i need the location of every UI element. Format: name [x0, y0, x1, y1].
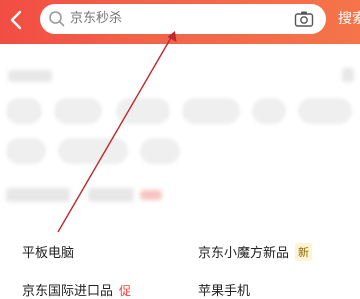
list-item[interactable]: 京东小魔方新品新 [198, 242, 313, 261]
history-chip[interactable] [58, 138, 128, 164]
history-chip[interactable] [116, 98, 170, 124]
blurred-tab[interactable] [6, 188, 70, 202]
history-chip[interactable] [140, 138, 180, 164]
history-chip[interactable] [6, 138, 46, 164]
blurred-history-section [0, 44, 360, 234]
search-icon [49, 11, 65, 27]
camera-icon[interactable] [294, 10, 314, 28]
list-item-label: 苹果手机 [198, 284, 251, 299]
search-box[interactable] [40, 4, 326, 34]
history-chip[interactable] [298, 98, 352, 124]
blurred-hot-badge [140, 190, 162, 200]
list-item-label: 京东小魔方新品 [198, 246, 290, 261]
promo-badge: 促 [119, 284, 132, 298]
blurred-heading [8, 70, 52, 82]
history-chip[interactable] [54, 98, 102, 124]
history-chip[interactable] [6, 98, 42, 124]
history-chip[interactable] [252, 98, 286, 124]
search-button[interactable]: 搜索 [338, 8, 360, 28]
top-header: 搜索 [0, 0, 360, 44]
list-item-label: 平板电脑 [22, 246, 75, 261]
blurred-delete-icon [342, 68, 354, 82]
history-chip[interactable] [182, 98, 240, 124]
list-item[interactable]: 平板电脑 [22, 242, 74, 261]
search-input[interactable] [70, 4, 270, 34]
blurred-tab[interactable] [88, 188, 134, 202]
new-badge: 新 [295, 243, 313, 261]
back-chevron-icon[interactable] [6, 9, 28, 31]
list-item-label: 京东国际进口品 [22, 284, 114, 299]
